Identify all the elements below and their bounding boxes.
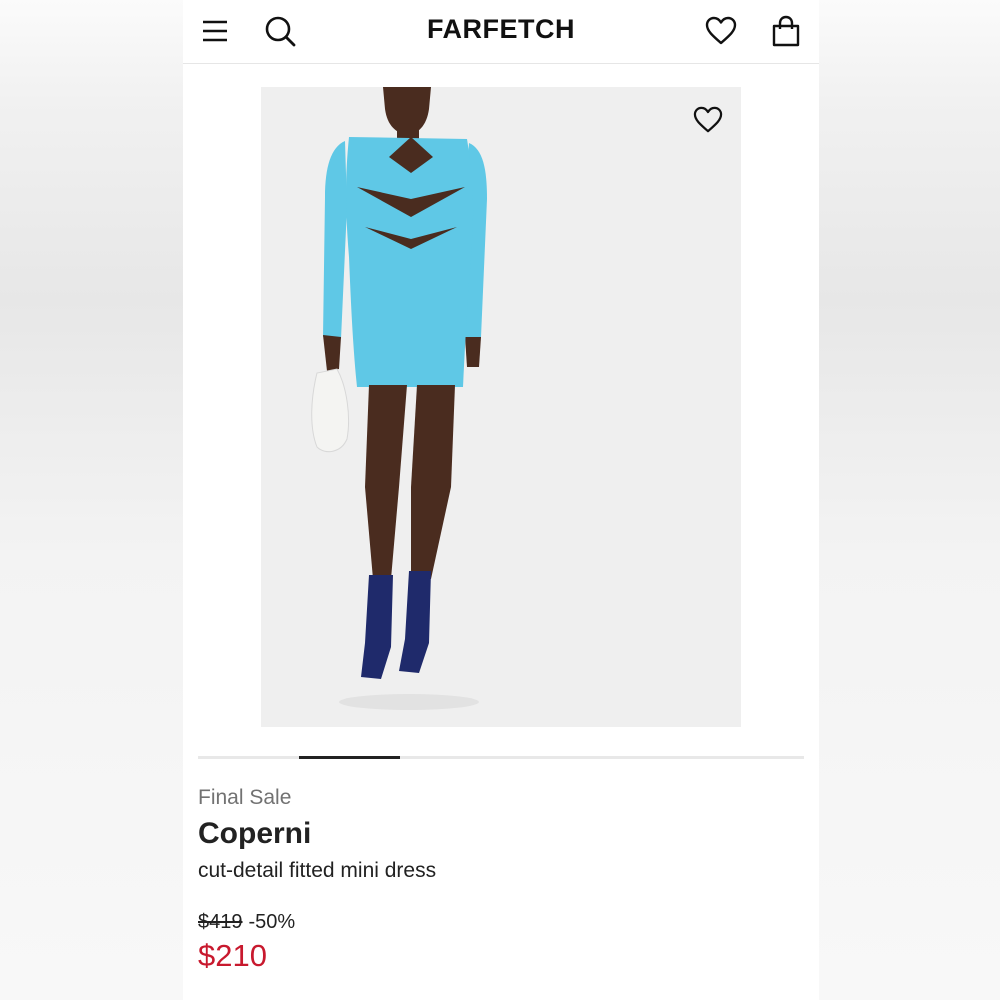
heart-icon xyxy=(693,106,723,133)
top-navigation-bar: FARFETCH xyxy=(183,0,819,64)
bag-icon xyxy=(772,15,800,47)
bag-button[interactable] xyxy=(769,14,803,48)
original-price: $419 xyxy=(198,911,243,933)
sale-price: $210 xyxy=(198,938,267,973)
product-image[interactable] xyxy=(261,87,741,727)
background-right xyxy=(819,0,1000,1000)
carousel-active-indicator xyxy=(299,756,400,759)
discount-label: -50% xyxy=(248,911,296,933)
product-brand[interactable]: Coperni xyxy=(198,817,311,851)
add-to-wishlist-button[interactable] xyxy=(691,103,725,137)
product-name: cut-detail fitted mini dress xyxy=(198,859,437,882)
wishlist-button[interactable] xyxy=(704,14,738,48)
sale-badge: Final Sale xyxy=(198,786,292,809)
image-carousel-indicator[interactable] xyxy=(198,756,804,759)
background-left xyxy=(0,0,183,1000)
price-row: $419 -50% xyxy=(198,911,295,934)
product-photo xyxy=(261,87,741,727)
heart-icon xyxy=(705,16,737,45)
app-screen: FARFETCH Final Sale Coperni cut-detail f… xyxy=(183,0,819,1000)
